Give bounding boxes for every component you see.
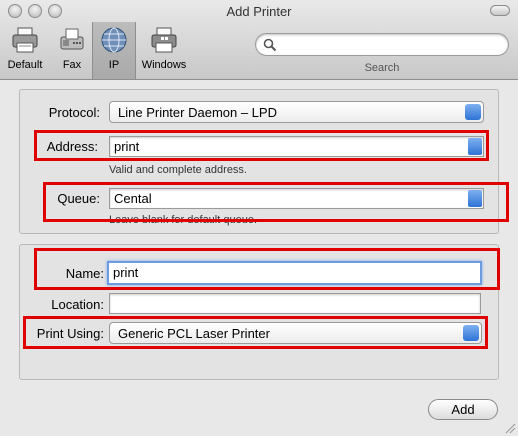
- print-using-label: Print Using:: [36, 326, 104, 341]
- queue-hint: Leave blank for default queue.: [109, 214, 258, 226]
- globe-icon: [101, 27, 127, 53]
- toolbar-fax-label: Fax: [62, 59, 82, 71]
- add-button[interactable]: Add: [428, 399, 498, 420]
- fax-icon: [60, 28, 84, 50]
- name-field[interactable]: print: [107, 261, 482, 285]
- windows-printer-icon: [151, 27, 177, 53]
- popup-arrows-icon: [465, 104, 481, 120]
- search-icon: [263, 38, 277, 52]
- protocol-label: Protocol:: [48, 105, 100, 120]
- title-toolbar: Add Printer Default Fax IP Windows Searc…: [0, 0, 518, 80]
- search-label: Search: [364, 62, 400, 74]
- toolbar-default-button[interactable]: Default: [2, 25, 48, 77]
- address-label: Address:: [46, 139, 98, 154]
- toolbar-fax-button[interactable]: Fax: [52, 25, 92, 77]
- queue-dropdown-icon[interactable]: [468, 190, 482, 207]
- search-input[interactable]: [255, 33, 509, 56]
- popup-arrows-icon: [463, 325, 479, 341]
- protocol-value: Line Printer Daemon – LPD: [118, 105, 277, 120]
- queue-label: Queue:: [57, 191, 100, 206]
- queue-value: Cental: [114, 191, 152, 206]
- toolbar-windows-button[interactable]: Windows: [138, 25, 190, 77]
- address-field[interactable]: print: [109, 136, 484, 157]
- resize-grip-icon[interactable]: [504, 422, 516, 434]
- toolbar-ip-label: IP: [108, 59, 120, 71]
- address-hint: Valid and complete address.: [109, 164, 247, 176]
- print-using-value: Generic PCL Laser Printer: [118, 326, 270, 341]
- location-field[interactable]: [109, 293, 481, 314]
- protocol-popup[interactable]: Line Printer Daemon – LPD: [109, 101, 484, 123]
- print-using-popup[interactable]: Generic PCL Laser Printer: [109, 322, 482, 344]
- address-value: print: [114, 139, 140, 154]
- queue-field[interactable]: Cental: [109, 188, 484, 209]
- name-value: print: [113, 265, 139, 280]
- add-printer-window: Add Printer Default Fax IP Windows Searc…: [0, 0, 518, 436]
- window-title: Add Printer: [226, 4, 292, 19]
- name-label: Name:: [65, 266, 104, 281]
- toolbar-ip-button[interactable]: IP: [92, 22, 136, 79]
- address-dropdown-icon[interactable]: [468, 138, 482, 155]
- location-label: Location:: [51, 297, 104, 312]
- printer-icon: [12, 27, 38, 53]
- toolbar-toggle-button[interactable]: [490, 5, 510, 16]
- toolbar-default-label: Default: [7, 59, 43, 71]
- toolbar-windows-label: Windows: [141, 59, 187, 71]
